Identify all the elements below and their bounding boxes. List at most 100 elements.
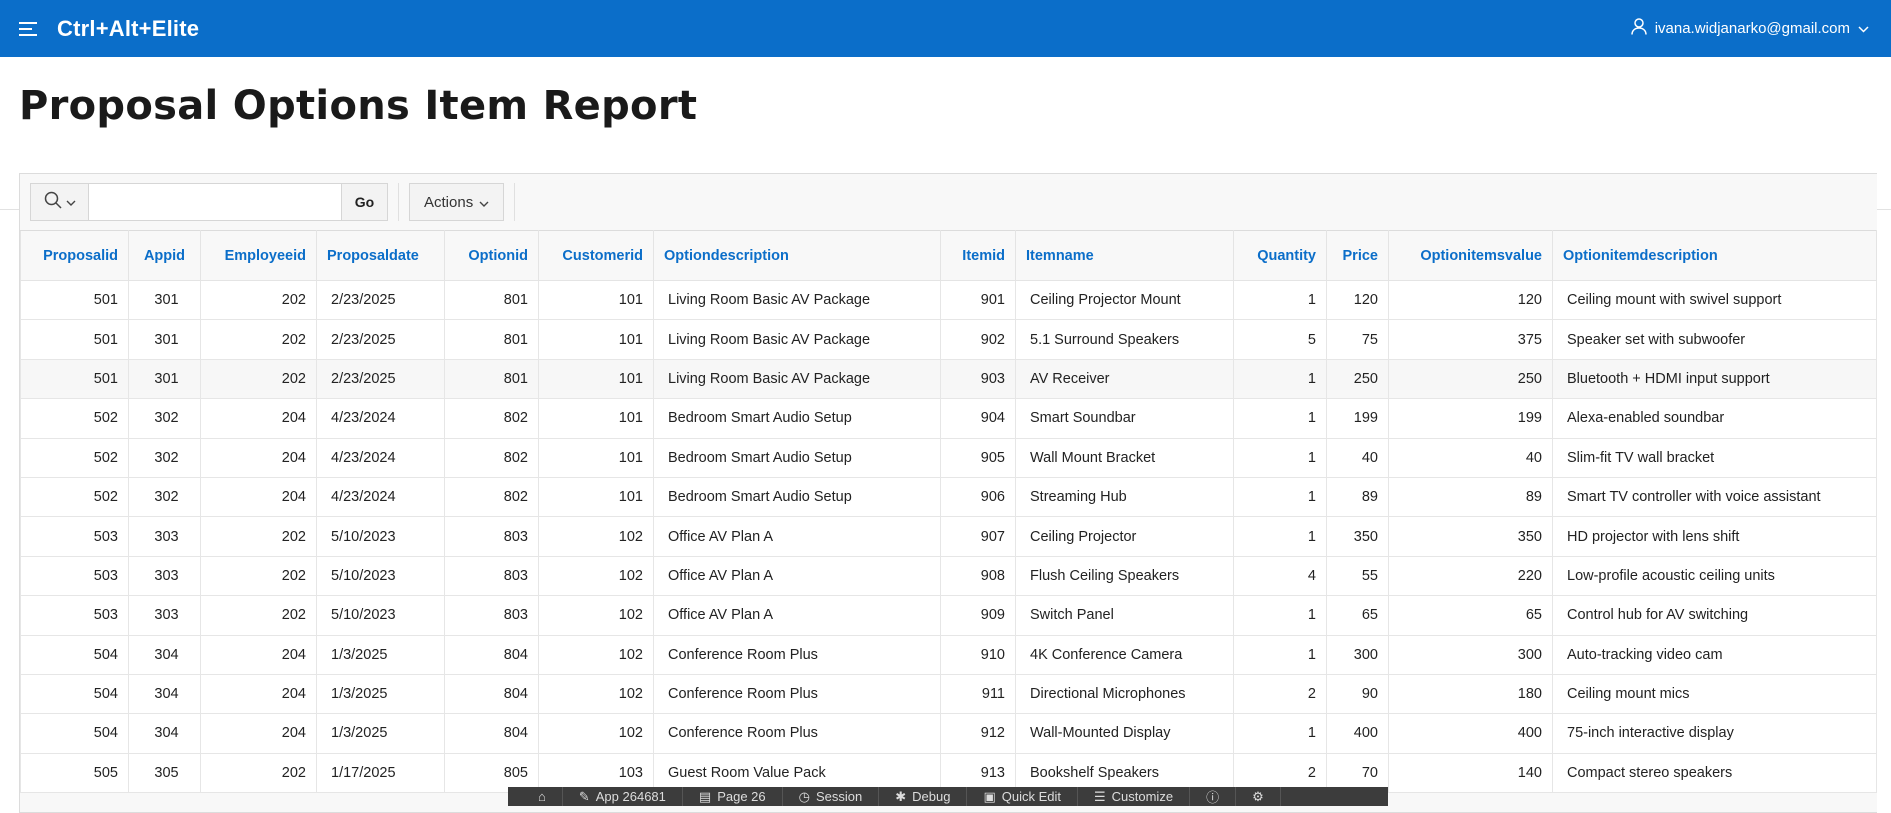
table-cell-appid: 303 xyxy=(128,516,201,557)
table-cell-price: 400 xyxy=(1326,713,1389,754)
info-icon[interactable]: ⓘ xyxy=(1190,787,1237,806)
table-cell-itemid: 911 xyxy=(940,673,1016,715)
table-cell-optionid: 804 xyxy=(444,634,539,675)
column-header-customerid[interactable]: Customerid xyxy=(538,230,654,281)
table-cell-itemid: 907 xyxy=(940,516,1016,557)
devbar-quick-edit[interactable]: ▣ Quick Edit xyxy=(967,787,1078,806)
table-cell-optionitemdescription: Speaker set with subwoofer xyxy=(1552,319,1877,360)
table-cell-quantity: 1 xyxy=(1233,713,1327,754)
table-cell-customerid: 102 xyxy=(538,634,654,675)
divider xyxy=(398,183,399,221)
table-cell-price: 300 xyxy=(1326,634,1389,675)
column-header-itemname[interactable]: Itemname xyxy=(1015,230,1234,281)
home-icon[interactable]: ⌂ xyxy=(522,787,563,806)
table-cell-optiondescription: Conference Room Plus xyxy=(653,673,941,715)
table-cell-optionitemsvalue: 180 xyxy=(1388,673,1553,715)
app-title[interactable]: Ctrl+Alt+Elite xyxy=(57,16,199,42)
user-menu[interactable]: ivana.widjanarko@gmail.com xyxy=(1630,18,1891,39)
column-header-quantity[interactable]: Quantity xyxy=(1233,230,1327,281)
table-cell-price: 120 xyxy=(1326,279,1389,321)
devbar-page-label: Page 26 xyxy=(717,789,766,804)
table-cell-customerid: 101 xyxy=(538,437,654,478)
table-cell-proposaldate: 5/10/2023 xyxy=(316,555,445,597)
table-cell-optionid: 803 xyxy=(444,516,539,557)
column-header-itemid[interactable]: Itemid xyxy=(940,230,1016,281)
table-cell-appid: 301 xyxy=(128,358,201,400)
table-cell-proposaldate: 4/23/2024 xyxy=(316,437,445,478)
table-cell-proposaldate: 5/10/2023 xyxy=(316,595,445,636)
devbar-customize[interactable]: ☰ Customize xyxy=(1078,787,1191,806)
user-email: ivana.widjanarko@gmail.com xyxy=(1654,20,1850,37)
table-row: 501 301 202 2/23/2025 801 101 Living Room Basi… xyxy=(20,358,1877,400)
divider xyxy=(514,183,516,221)
table-cell-optiondescription: Office AV Plan A xyxy=(653,516,941,557)
table-cell-optionid: 801 xyxy=(444,358,539,400)
table-cell-itemname: Wall-Mounted Display xyxy=(1015,713,1234,754)
table-cell-appid: 304 xyxy=(128,634,201,675)
column-header-optionid[interactable]: Optionid xyxy=(444,230,539,281)
table-cell-employeeid: 202 xyxy=(200,595,317,636)
gear-icon[interactable]: ⚙ xyxy=(1236,787,1281,806)
table-cell-price: 55 xyxy=(1326,555,1389,597)
table-row: 502 302 204 4/23/2024 802 101 Bedroom Smart Au… xyxy=(20,398,1877,439)
table-cell-optionitemsvalue: 89 xyxy=(1388,476,1553,518)
table-cell-optionitemdescription: Ceiling mount with swivel support xyxy=(1552,279,1877,321)
devbar-debug[interactable]: ✱ Debug xyxy=(879,787,968,806)
table-body: 501 301 202 2/23/2025 801 101 Living Room Basi… xyxy=(20,279,1877,794)
developer-toolbar: ⌂ ✎ App 264681 ▤ Page 26 ◷ Session ✱ Debug ▣… xyxy=(508,787,1388,806)
go-button[interactable]: Go xyxy=(341,184,387,220)
search-column-selector[interactable] xyxy=(31,184,89,220)
column-header-proposaldate[interactable]: Proposaldate xyxy=(316,230,445,281)
table-cell-appid: 304 xyxy=(128,673,201,715)
table-row: 504 304 204 1/3/2025 804 102 Conference Room P… xyxy=(20,673,1877,715)
table-cell-optionitemsvalue: 40 xyxy=(1388,437,1553,478)
table-cell-price: 250 xyxy=(1326,358,1389,400)
table-cell-proposalid: 503 xyxy=(20,555,129,597)
devbar-app[interactable]: ✎ App 264681 xyxy=(563,787,683,806)
column-header-appid[interactable]: Appid xyxy=(128,230,201,281)
table-cell-proposaldate: 1/17/2025 xyxy=(316,752,445,794)
actions-button[interactable]: Actions xyxy=(409,183,505,221)
table-cell-employeeid: 204 xyxy=(200,673,317,715)
table-cell-proposaldate: 2/23/2025 xyxy=(316,279,445,321)
column-header-price[interactable]: Price xyxy=(1326,230,1389,281)
table-cell-optiondescription: Bedroom Smart Audio Setup xyxy=(653,398,941,439)
table-cell-customerid: 102 xyxy=(538,595,654,636)
table-cell-optiondescription: Conference Room Plus xyxy=(653,634,941,675)
menu-icon[interactable] xyxy=(0,0,57,57)
table-cell-optiondescription: Office AV Plan A xyxy=(653,595,941,636)
column-header-optionitemdescription[interactable]: Optionitemdescription xyxy=(1552,230,1877,281)
search-input[interactable] xyxy=(89,184,341,220)
table-cell-quantity: 5 xyxy=(1233,319,1327,360)
table-cell-optionitemdescription: Smart TV controller with voice assistant xyxy=(1552,476,1877,518)
table-cell-itemid: 906 xyxy=(940,476,1016,518)
table-cell-optionid: 803 xyxy=(444,555,539,597)
table-cell-optionid: 801 xyxy=(444,319,539,360)
table-cell-proposalid: 503 xyxy=(20,595,129,636)
column-header-employeeid[interactable]: Employeeid xyxy=(200,230,317,281)
table-cell-optiondescription: Living Room Basic AV Package xyxy=(653,319,941,360)
column-header-optionitemsvalue[interactable]: Optionitemsvalue xyxy=(1388,230,1553,281)
table-row: 503 303 202 5/10/2023 803 102 Office AV Plan A… xyxy=(20,555,1877,597)
table-cell-proposaldate: 2/23/2025 xyxy=(316,319,445,360)
chevron-down-icon xyxy=(1858,20,1869,37)
table-cell-proposaldate: 2/23/2025 xyxy=(316,358,445,400)
table-cell-itemname: Ceiling Projector Mount xyxy=(1015,279,1234,321)
page-icon: ▤ xyxy=(698,788,712,804)
table-cell-itemname: Wall Mount Bracket xyxy=(1015,437,1234,478)
devbar-session[interactable]: ◷ Session xyxy=(783,787,880,806)
table-cell-itemname: 4K Conference Camera xyxy=(1015,634,1234,675)
column-header-optiondescription[interactable]: Optiondescription xyxy=(653,230,941,281)
table-cell-optiondescription: Bedroom Smart Audio Setup xyxy=(653,437,941,478)
column-header-proposalid[interactable]: Proposalid xyxy=(20,230,129,281)
table-cell-optionitemsvalue: 250 xyxy=(1388,358,1553,400)
table-cell-employeeid: 202 xyxy=(200,752,317,794)
table-cell-itemname: 5.1 Surround Speakers xyxy=(1015,319,1234,360)
table-cell-optionitemdescription: Auto-tracking video cam xyxy=(1552,634,1877,675)
table-cell-optionitemdescription: Control hub for AV switching xyxy=(1552,595,1877,636)
table-row: 502 302 204 4/23/2024 802 101 Bedroom Smart Au… xyxy=(20,476,1877,518)
table-cell-optionid: 804 xyxy=(444,673,539,715)
table-cell-proposaldate: 1/3/2025 xyxy=(316,713,445,754)
table-cell-customerid: 102 xyxy=(538,516,654,557)
devbar-page[interactable]: ▤ Page 26 xyxy=(683,787,783,806)
